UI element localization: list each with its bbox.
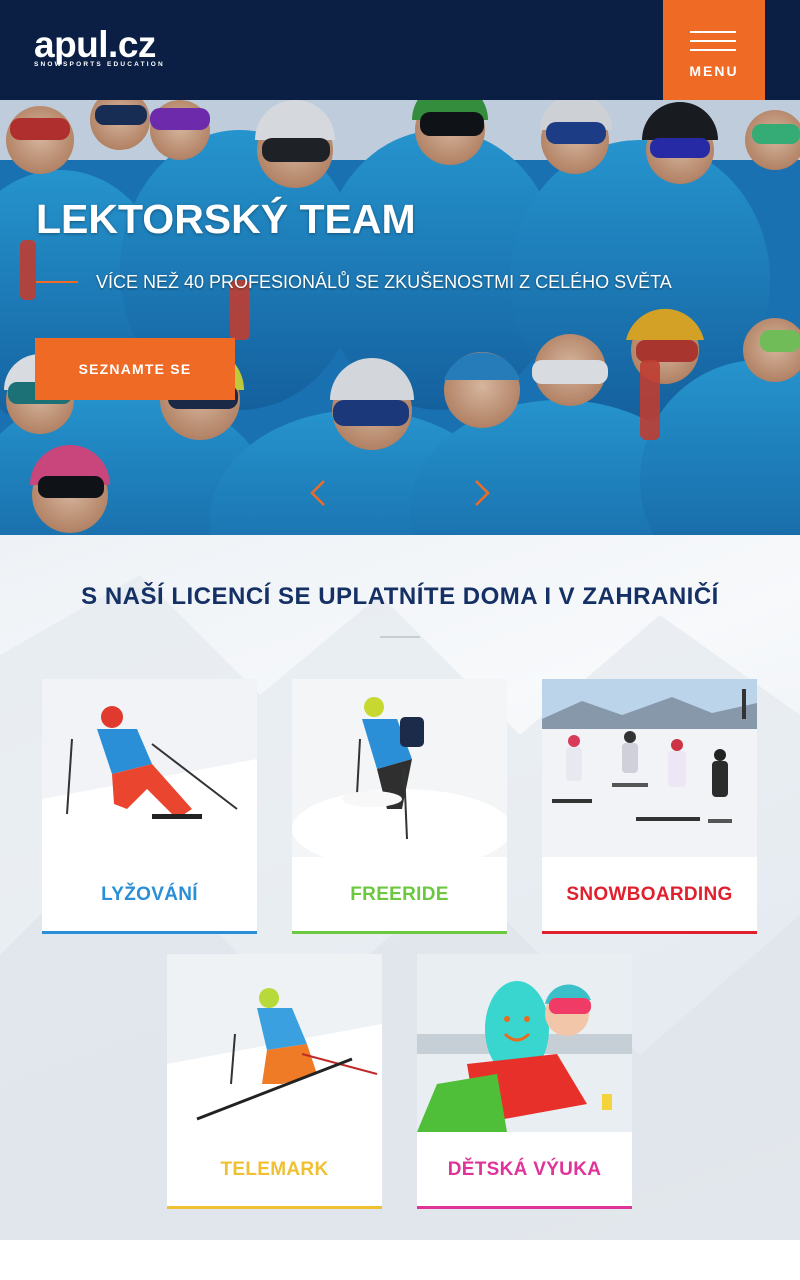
card-underline — [542, 931, 757, 934]
hamburger-icon — [690, 31, 736, 58]
license-section: S NAŠÍ LICENCÍ SE UPLATNÍTE DOMA I V ZAH… — [0, 535, 800, 1240]
card-underline — [42, 931, 257, 934]
site-header: apul.cz SNOWSPORTS EDUCATION MENU — [0, 0, 800, 100]
menu-button[interactable]: MENU — [663, 0, 765, 100]
logo-tagline: SNOWSPORTS EDUCATION — [34, 61, 165, 68]
chevron-right-icon[interactable] — [470, 478, 494, 508]
card-underline — [167, 1206, 382, 1209]
card-underline — [292, 931, 507, 934]
card-underline — [417, 1206, 632, 1209]
card-kids-lessons[interactable]: DĚTSKÁ VÝUKA — [417, 954, 632, 1209]
hero-title: LEKTORSKÝ TEAM — [36, 196, 416, 242]
snowboarding-photo — [542, 679, 757, 857]
chevron-left-icon[interactable] — [306, 478, 330, 508]
logo[interactable]: apul.cz SNOWSPORTS EDUCATION — [34, 24, 165, 68]
card-label: FREERIDE — [350, 884, 449, 905]
skiing-photo — [42, 679, 257, 857]
hero-slider: LEKTORSKÝ TEAM VÍCE NEŽ 40 PROFESIONÁLŮ … — [0, 100, 800, 535]
hero-accent-line — [36, 281, 78, 283]
card-skiing[interactable]: LYŽOVÁNÍ — [42, 679, 257, 934]
card-label: SNOWBOARDING — [566, 884, 733, 905]
menu-label: MENU — [689, 63, 739, 79]
hero-team-photo — [0, 100, 800, 535]
hero-subtitle: VÍCE NEŽ 40 PROFESIONÁLŮ SE ZKUŠENOSTMI … — [96, 272, 672, 292]
section-divider — [380, 636, 420, 638]
page-footer-space — [0, 1240, 800, 1280]
logo-text: apul.cz — [34, 24, 156, 65]
card-snowboarding[interactable]: SNOWBOARDING — [542, 679, 757, 934]
card-freeride[interactable]: FREERIDE — [292, 679, 507, 934]
card-label: TELEMARK — [220, 1159, 329, 1180]
card-telemark[interactable]: TELEMARK — [167, 954, 382, 1209]
kids-lessons-photo — [417, 954, 632, 1132]
card-label: LYŽOVÁNÍ — [101, 884, 198, 905]
card-label: DĚTSKÁ VÝUKA — [447, 1159, 602, 1180]
meet-us-button[interactable]: SEZNAMTE SE — [35, 338, 235, 400]
telemark-photo — [167, 954, 382, 1132]
section-title: S NAŠÍ LICENCÍ SE UPLATNÍTE DOMA I V ZAH… — [81, 583, 719, 610]
freeride-photo — [292, 679, 507, 857]
